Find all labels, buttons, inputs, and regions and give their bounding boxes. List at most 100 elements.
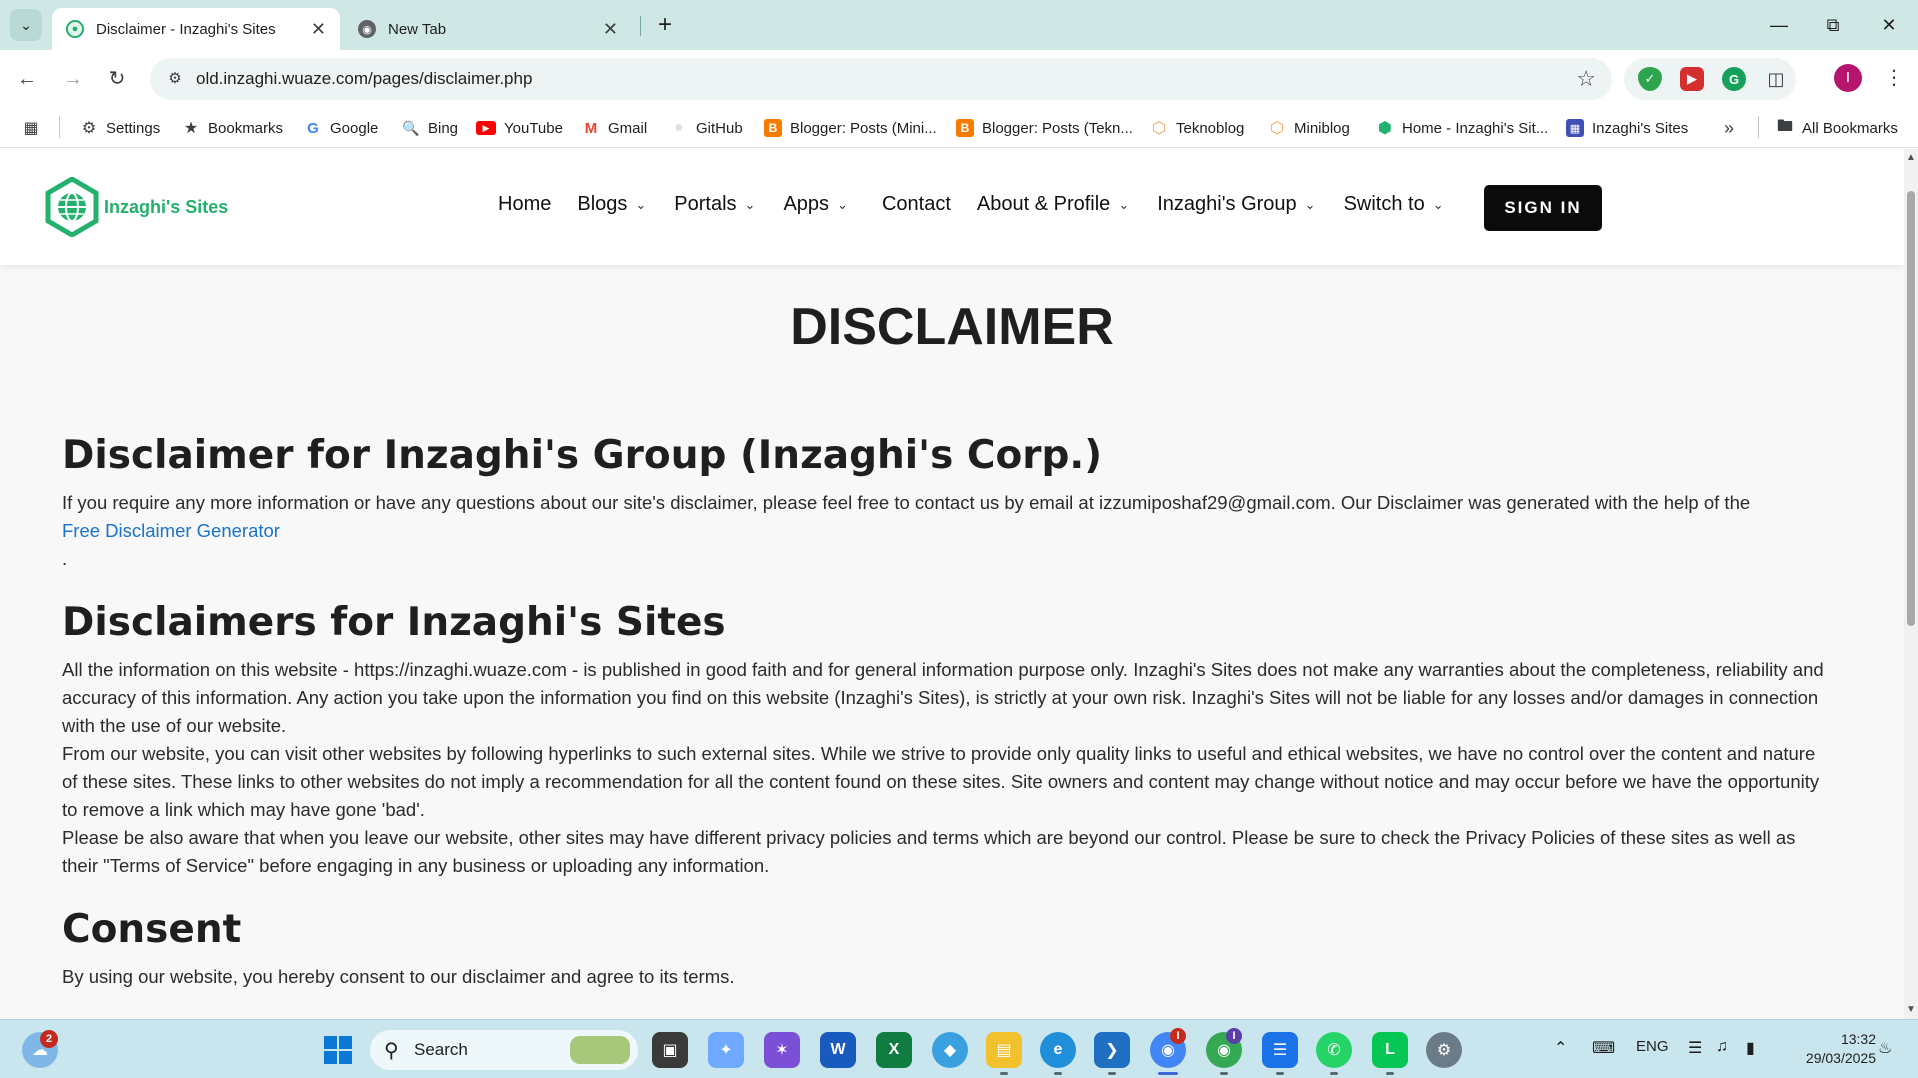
gear-icon: ⚙ [81, 120, 97, 137]
bookmark-label: Google [330, 119, 379, 137]
chrome-profile-badge: I [1226, 1028, 1242, 1044]
excel-icon[interactable]: X [876, 1032, 912, 1068]
site-icon: ⬢ [1378, 120, 1392, 137]
hexagon-icon: ⬡ [1152, 120, 1166, 137]
chevron-down-icon: ⌄ [1432, 196, 1444, 212]
bookmark-star-icon[interactable]: ☆ [1576, 66, 1596, 92]
notepad-icon[interactable]: ☰ [1262, 1032, 1298, 1068]
paragraph-text: If you require any more information or h… [62, 492, 1751, 513]
minimize-button[interactable]: — [1762, 10, 1796, 40]
address-bar[interactable]: ⚙ old.inzaghi.wuaze.com/pages/disclaimer… [150, 58, 1612, 100]
task-view-icon[interactable]: ▣ [652, 1032, 688, 1068]
chevron-down-icon: ⌄ [744, 196, 756, 212]
apps-grid-icon[interactable]: ▦ [22, 116, 48, 140]
running-indicator [1386, 1072, 1394, 1075]
volume-icon[interactable]: ♫ [1716, 1038, 1728, 1056]
search-icon: ⚲ [384, 1040, 399, 1062]
whatsapp-icon[interactable]: ✆ [1316, 1032, 1352, 1068]
nav-home[interactable]: Home [498, 193, 551, 216]
bookmark-youtube[interactable]: ▶ YouTube [476, 116, 563, 140]
free-disclaimer-generator-link[interactable]: Free Disclaimer Generator [62, 520, 280, 541]
bookmark-settings[interactable]: ⚙ Settings [80, 116, 160, 140]
notification-bell-icon[interactable]: ♨ [1878, 1038, 1892, 1058]
edge-icon[interactable]: e [1040, 1032, 1076, 1068]
site-info-icon[interactable]: ⚙ [164, 68, 186, 90]
new-tab-button[interactable]: + [650, 10, 680, 40]
bookmark-inzaghi-sites[interactable]: ▦ Inzaghi's Sites [1566, 116, 1688, 140]
record-extension-icon[interactable]: ▶ [1680, 67, 1704, 91]
tab-title: Disclaimer - Inzaghi's Sites [96, 20, 276, 38]
scroll-up-icon[interactable]: ▲ [1904, 151, 1918, 165]
page-title: DISCLAIMER [790, 298, 1114, 356]
site-icon: ▦ [1566, 119, 1584, 137]
wifi-icon[interactable]: ☰ [1688, 1038, 1702, 1058]
battery-icon[interactable]: ▮ [1746, 1038, 1755, 1058]
vscode-icon[interactable]: ❯ [1094, 1032, 1130, 1068]
app-star-icon[interactable]: ✶ [764, 1032, 800, 1068]
scroll-thumb[interactable] [1907, 191, 1915, 626]
folder-icon: 🖿 [1776, 117, 1793, 135]
close-icon[interactable]: ✕ [603, 19, 618, 40]
close-icon[interactable]: ✕ [311, 19, 326, 40]
more-bookmarks-button[interactable]: » [1720, 116, 1746, 140]
bookmark-label: Home - Inzaghi's Sit... [1402, 119, 1549, 137]
clock[interactable]: 13:32 29/03/2025 [1786, 1030, 1876, 1068]
keyboard-icon[interactable]: ⌨ [1592, 1038, 1615, 1058]
tab-inactive[interactable]: ◉ New Tab ✕ [344, 8, 632, 50]
nav-label: Portals [674, 193, 737, 215]
grammarly-extension-icon[interactable]: G [1722, 67, 1746, 91]
close-window-button[interactable]: ✕ [1872, 10, 1906, 40]
shield-extension-icon[interactable]: ✓ [1638, 67, 1662, 91]
restore-button[interactable]: ⧉ [1816, 10, 1850, 40]
page-scrollbar[interactable]: ▲ ▼ [1904, 149, 1918, 1019]
nav-inzaghis-group[interactable]: Inzaghi's Group ⌄ [1157, 193, 1315, 216]
bookmark-bookmarks[interactable]: ★ Bookmarks [182, 116, 283, 140]
bookmark-label: GitHub [696, 119, 743, 137]
all-bookmarks-button[interactable]: 🖿 All Bookmarks [1776, 116, 1898, 140]
section-paragraph: All the information on this website - ht… [62, 659, 1824, 736]
puzzle-extensions-icon[interactable]: ◫ [1764, 67, 1788, 91]
tab-active[interactable]: ● Disclaimer - Inzaghi's Sites ✕ [52, 8, 340, 50]
nav-label: About & Profile [976, 193, 1111, 215]
nav-label: Blogs [577, 193, 628, 215]
search-placeholder: Search [414, 1040, 468, 1059]
nav-portals[interactable]: Portals ⌄ [674, 193, 755, 216]
scroll-down-icon[interactable]: ▼ [1904, 1003, 1918, 1017]
search-icon: 🔍 [402, 119, 420, 136]
nav-blogs[interactable]: Blogs ⌄ [577, 193, 646, 216]
nav-apps[interactable]: Apps ⌄ [783, 193, 848, 216]
tab-search-button[interactable]: ⌄ [10, 9, 42, 41]
language-indicator[interactable]: ENG [1636, 1038, 1669, 1055]
bookmark-bing[interactable]: 🔍 Bing [402, 116, 458, 140]
bookmark-gmail[interactable]: M Gmail [582, 116, 647, 140]
more-menu-icon[interactable]: ⋮ [1880, 64, 1908, 92]
bookmark-miniblog[interactable]: ⬡ Miniblog [1268, 116, 1350, 140]
file-explorer-icon[interactable]: ▤ [986, 1032, 1022, 1068]
bookmark-google[interactable]: G Google [304, 116, 378, 140]
extensions-group: ✓ ▶ G ◫ [1624, 58, 1796, 100]
bookmark-github[interactable]: ● GitHub [670, 116, 743, 140]
nav-about-profile[interactable]: About & Profile ⌄ [977, 193, 1129, 216]
settings-icon[interactable]: ⚙ [1426, 1032, 1462, 1068]
sign-in-button[interactable]: SIGN IN [1484, 185, 1602, 231]
reload-button[interactable]: ↻ [102, 64, 132, 94]
maps-icon[interactable]: ◆ [932, 1032, 968, 1068]
word-icon[interactable]: W [820, 1032, 856, 1068]
nav-contact[interactable]: Contact [882, 193, 951, 216]
chevron-up-icon[interactable]: ⌃ [1554, 1038, 1567, 1058]
taskbar-search[interactable]: ⚲ Search [370, 1030, 638, 1070]
forward-button[interactable]: → [58, 64, 88, 94]
back-button[interactable]: ← [12, 64, 42, 94]
nav-switch-to[interactable]: Switch to ⌄ [1344, 193, 1444, 216]
chrome-badge: I [1170, 1028, 1186, 1044]
copilot-icon[interactable]: ✦ [708, 1032, 744, 1068]
bookmark-teknoblog[interactable]: ⬡ Teknoblog [1150, 116, 1244, 140]
line-icon[interactable]: L [1372, 1032, 1408, 1068]
bookmark-blogger-mini[interactable]: B Blogger: Posts (Mini... [764, 116, 937, 140]
bookmark-home-inzaghi[interactable]: ⬢ Home - Inzaghi's Sit... [1376, 116, 1548, 140]
bookmark-blogger-tekno[interactable]: B Blogger: Posts (Tekn... [956, 116, 1133, 140]
running-indicator [1276, 1072, 1284, 1075]
profile-avatar[interactable]: I [1834, 64, 1862, 92]
site-logo[interactable]: Inzaghi's Sites [44, 177, 228, 237]
windows-start-icon[interactable] [320, 1032, 356, 1068]
